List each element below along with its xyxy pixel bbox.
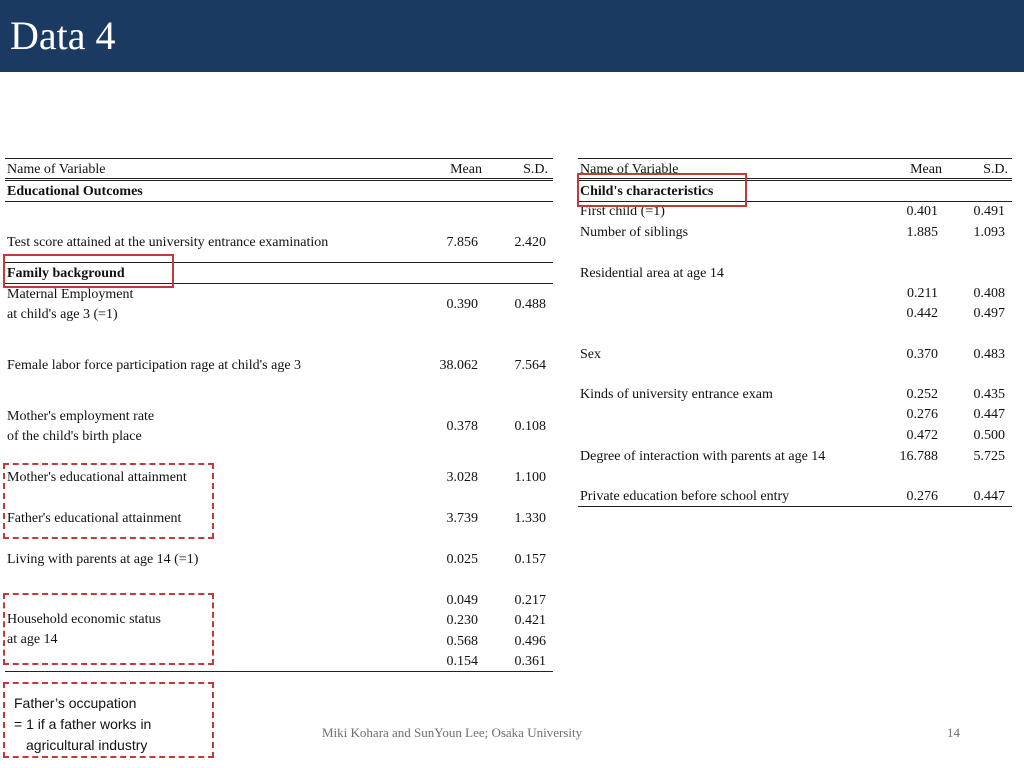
row-mean: 0.276 [906,407,939,422]
note-line: agricultural industry [26,737,148,753]
row-mean: 0.211 [907,286,938,301]
row-label: Number of siblings [580,225,689,240]
row-sd: 0.483 [973,347,1006,362]
rule [5,178,553,181]
row-sd: 7.564 [514,358,547,373]
row-mean: 0.370 [906,347,939,362]
row-sd: 0.217 [514,593,547,608]
row-sd: 1.330 [514,511,547,526]
row-mean: 16.788 [899,449,939,464]
row-label: of the child's birth place [7,429,142,444]
col-header-sd: S.D. [523,162,548,177]
row-mean: 0.442 [906,306,939,321]
row-mean: 0.276 [906,489,939,504]
row-label: Sex [580,347,601,362]
row-mean: 0.154 [446,654,479,669]
row-mean: 1.885 [906,225,939,240]
row-mean: 0.252 [906,387,939,402]
note-line: = 1 if a father works in [14,716,152,732]
row-mean: 7.856 [446,235,479,250]
rule [578,506,1012,507]
row-mean: 0.378 [446,419,479,434]
row-mean: 0.049 [446,593,479,608]
title-bar: Data 4 [0,0,1024,72]
rule [5,671,553,672]
row-label: Maternal Employment [7,287,134,302]
row-mean: 0.568 [446,634,479,649]
row-sd: 0.447 [973,407,1006,422]
section-educational-outcomes: Educational Outcomes [7,184,143,199]
col-header-name: Name of Variable [7,162,106,177]
row-sd: 1.093 [973,225,1006,240]
row-mean: 3.028 [446,470,479,485]
note-line: Father’s occupation [14,695,137,711]
row-label: Private education before school entry [580,489,790,504]
row-label: Test score attained at the university en… [7,235,329,250]
row-sd: 0.421 [514,613,547,628]
row-label: Living with parents at age 14 (=1) [7,552,199,567]
row-label: Degree of interaction with parents at ag… [580,449,826,464]
rule [5,158,553,159]
page-number: 14 [947,725,960,740]
col-header-mean: Mean [910,162,942,177]
highlight-family-background [3,254,174,288]
row-sd: 0.500 [973,428,1006,443]
footer-authors: Miki Kohara and SunYoun Lee; Osaka Unive… [322,725,583,740]
row-sd: 0.447 [973,489,1006,504]
row-mean: 38.062 [439,358,479,373]
row-label: Female labor force participation rage at… [7,358,302,373]
col-header-mean: Mean [450,162,482,177]
row-sd: 0.157 [514,552,547,567]
row-sd: 1.100 [514,470,547,485]
rule [5,201,553,202]
row-mean: 0.401 [906,204,939,219]
row-sd: 0.496 [514,634,547,649]
row-sd: 0.108 [514,419,547,434]
slide-title: Data 4 [10,13,116,58]
row-sd: 0.497 [973,306,1006,321]
highlight-household-status [3,593,214,665]
row-label: Mother's employment rate [7,409,155,424]
row-mean: 0.472 [906,428,939,443]
highlight-childs-characteristics [577,173,747,207]
row-sd: 0.408 [973,286,1006,301]
row-mean: 0.230 [446,613,479,628]
row-sd: 0.361 [514,654,547,669]
row-label: Kinds of university entrance exam [580,387,773,402]
row-sd: 5.725 [973,449,1006,464]
row-label: at child's age 3 (=1) [7,307,118,322]
row-mean: 0.025 [446,552,479,567]
row-sd: 0.435 [973,387,1006,402]
row-mean: 0.390 [446,297,479,312]
row-sd: 0.488 [514,297,547,312]
row-sd: 0.491 [973,204,1006,219]
row-sd: 2.420 [514,235,547,250]
row-mean: 3.739 [446,511,479,526]
col-header-sd: S.D. [983,162,1008,177]
row-label: Residential area at age 14 [580,266,724,281]
rule [578,158,1012,159]
highlight-parents-education [3,463,214,539]
